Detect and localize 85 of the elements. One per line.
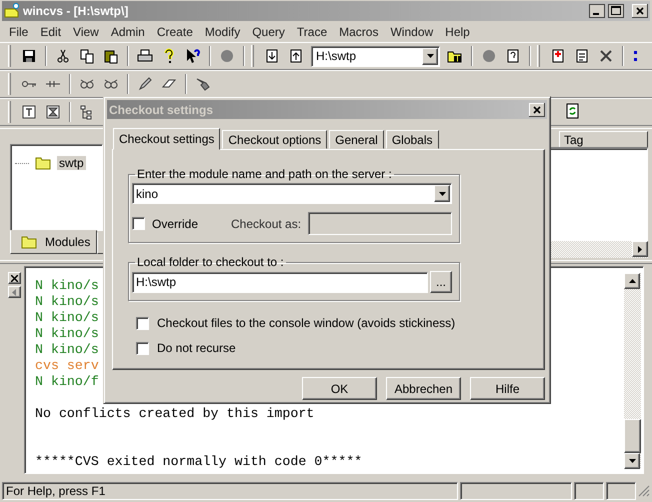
down-arrow-icon <box>628 459 636 463</box>
window-title: wincvs - [H:\swtp\] <box>23 4 130 18</box>
status-pane <box>574 482 604 500</box>
close-pane-button[interactable] <box>8 272 20 284</box>
hourglass-icon[interactable] <box>45 104 61 120</box>
status-text: For Help, press F1 <box>2 482 458 500</box>
console-line: N kino/s <box>35 310 99 326</box>
maximize-button[interactable] <box>608 4 624 18</box>
tree-item[interactable]: swtp <box>57 156 86 170</box>
checkbox-label: Checkout files to the console window (avoids stickiness) <box>157 316 456 330</box>
menu-item[interactable]: Create <box>150 24 199 38</box>
pointer-help-icon[interactable] <box>185 48 201 64</box>
document-plus-icon[interactable] <box>550 48 566 64</box>
console-line: N kino/s <box>35 278 99 294</box>
dialog-button[interactable]: OK <box>302 377 377 400</box>
refresh-document-icon[interactable] <box>564 102 580 118</box>
document-question-icon[interactable] <box>505 48 521 64</box>
right-arrow-icon <box>638 246 642 252</box>
dialog-button[interactable]: Hilfe <box>470 377 545 400</box>
checkbox-label: Do not recurse <box>157 341 236 355</box>
printer-icon[interactable] <box>137 48 153 64</box>
close-icon <box>10 274 18 282</box>
checkbox[interactable] <box>136 316 149 330</box>
menu-item[interactable]: Admin <box>104 24 151 38</box>
tab[interactable]: Checkout options <box>222 130 328 149</box>
dropdown-arrow-icon <box>426 54 434 58</box>
menu-item[interactable]: File <box>3 24 34 38</box>
folder-field[interactable]: H:\swtp <box>132 272 428 292</box>
menu-item[interactable]: Query <box>246 24 291 38</box>
close-button[interactable] <box>529 102 545 116</box>
console-line: cvs serv <box>35 358 99 374</box>
menu-item[interactable]: Help <box>439 24 476 38</box>
left-arrow-icon <box>12 288 16 296</box>
panel-tab[interactable]: Modules <box>10 230 98 254</box>
scroll-right-button[interactable] <box>632 241 648 257</box>
circle-icon[interactable] <box>219 48 235 64</box>
copy-icon[interactable] <box>79 48 95 64</box>
console-line: No conflicts created by this import <box>35 406 314 422</box>
dialog-title: Checkout settings <box>109 102 214 116</box>
console-line: *****CVS exited normally with code 0***** <box>35 454 362 470</box>
tab[interactable]: Checkout settings <box>113 128 220 150</box>
scroll-up-button[interactable] <box>624 273 640 289</box>
scroll-thumb[interactable] <box>624 419 641 453</box>
tab[interactable]: Globals <box>386 130 439 149</box>
menu-item[interactable]: Modify <box>198 24 246 38</box>
clipboard-icon[interactable] <box>103 48 119 64</box>
checkbox-label: Override <box>152 216 198 230</box>
dropdown-arrow-icon <box>438 192 446 196</box>
close-button[interactable] <box>632 4 648 18</box>
checkbox[interactable] <box>132 217 145 230</box>
folder-icon <box>35 155 51 171</box>
console-line: N kino/s <box>35 326 99 342</box>
status-pane <box>606 482 636 500</box>
app-logo-icon <box>4 3 20 19</box>
field-label: Checkout as: <box>231 216 302 230</box>
menu-item[interactable]: Edit <box>34 24 68 38</box>
menu-item[interactable]: Trace <box>290 24 334 38</box>
scroll-left-button[interactable] <box>8 286 20 298</box>
panel-tab[interactable] <box>97 232 103 254</box>
checkbox[interactable] <box>136 342 149 354</box>
console-line: N kino/f <box>35 374 99 390</box>
module-combo[interactable]: kino <box>132 183 452 204</box>
path-combo[interactable]: H:\swtp <box>311 46 440 66</box>
text-box-icon[interactable] <box>21 104 37 120</box>
scroll-down-button[interactable] <box>624 453 640 469</box>
menu-item[interactable]: Window <box>384 24 440 38</box>
group-label: Local folder to checkout to : <box>136 255 285 269</box>
scissors-icon[interactable] <box>55 48 71 64</box>
tab[interactable]: General <box>329 130 384 149</box>
browse-button[interactable]: ... <box>430 271 452 293</box>
circle-icon[interactable] <box>481 48 497 64</box>
menu-item[interactable]: Macros <box>333 24 384 38</box>
group-label: Enter the module name and path on the server : <box>136 167 393 181</box>
console-line: N kino/s <box>35 342 99 358</box>
document-lines-icon[interactable] <box>574 48 590 64</box>
folder-icon <box>21 234 37 250</box>
minimize-button[interactable] <box>589 4 605 18</box>
pencil-icon[interactable] <box>137 76 153 92</box>
column-header[interactable]: Tag <box>559 131 648 147</box>
cross-icon[interactable] <box>598 48 614 64</box>
up-arrow-icon <box>628 279 636 283</box>
resize-grip-icon[interactable] <box>638 485 650 497</box>
dialog-button[interactable]: Abbrechen <box>386 377 461 400</box>
menu-item[interactable]: View <box>67 24 105 38</box>
console-line: N kino/s <box>35 294 99 310</box>
